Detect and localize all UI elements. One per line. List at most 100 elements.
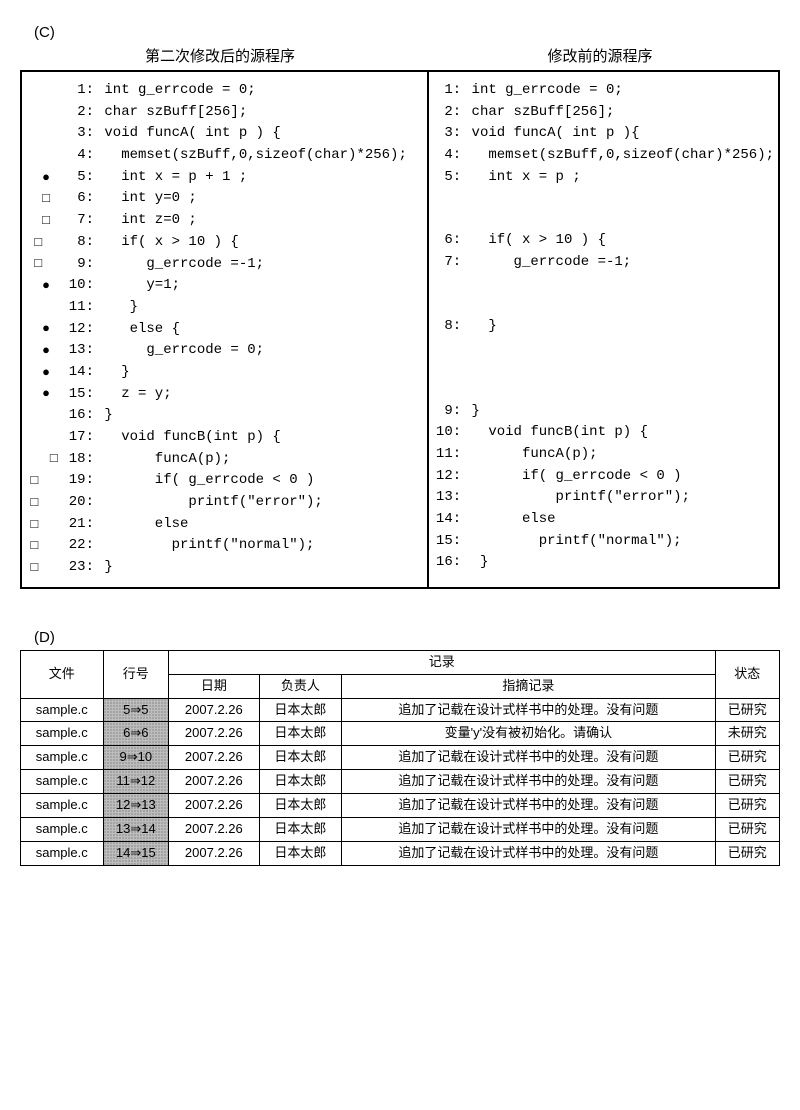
- table-cell: 未研究: [715, 722, 779, 746]
- code-line: 17: void funcB(int p) {: [26, 427, 423, 449]
- code-line: □6: int y=0 ;: [26, 188, 423, 210]
- code-line: 1: int g_errcode = 0;: [26, 80, 423, 102]
- code-line: 5: int x = p ;: [433, 167, 774, 189]
- line-number: 12:: [433, 466, 461, 488]
- line-number: 7:: [433, 252, 461, 274]
- code-line: 13: printf("error");: [433, 487, 774, 509]
- code-text: memset(szBuff,0,sizeof(char)*256);: [94, 145, 407, 167]
- table-row: sample.c11⇒122007.2.26日本太郎追加了记载在设计式样书中的处…: [21, 770, 780, 794]
- code-text: int g_errcode = 0;: [94, 80, 256, 102]
- table-cell: sample.c: [21, 770, 104, 794]
- table-cell: 2007.2.26: [169, 841, 260, 865]
- line-number: 5:: [433, 167, 461, 189]
- blank-line: [433, 274, 774, 295]
- line-number: 2:: [433, 102, 461, 124]
- line-number: 10:: [66, 275, 94, 297]
- line-number: 12:: [66, 319, 94, 341]
- change-mark: □: [26, 189, 66, 209]
- table-cell: 日本太郎: [259, 722, 342, 746]
- table-row: sample.c5⇒52007.2.26日本太郎追加了记载在设计式样书中的处理。…: [21, 698, 780, 722]
- table-cell: 已研究: [715, 698, 779, 722]
- table-cell: 日本太郎: [259, 698, 342, 722]
- line-number: 15:: [66, 384, 94, 406]
- code-line: □ 23: }: [26, 557, 423, 579]
- table-cell: 日本太郎: [259, 746, 342, 770]
- code-heading-right: 修改前的源程序: [420, 45, 780, 66]
- code-line: 3: void funcA( int p ){: [433, 123, 774, 145]
- code-line: 8: }: [433, 316, 774, 338]
- code-text: }: [94, 362, 130, 384]
- code-line: 16: }: [433, 552, 774, 574]
- code-text: }: [461, 316, 497, 338]
- th-line: 行号: [103, 650, 168, 698]
- code-text: int x = p + 1 ;: [94, 167, 247, 189]
- code-line: 15: printf("normal");: [433, 531, 774, 553]
- table-cell: 追加了记载在设计式样书中的处理。没有问题: [342, 818, 715, 842]
- change-mark: ●: [26, 319, 66, 339]
- line-number: 8:: [433, 316, 461, 338]
- line-number: 4:: [433, 145, 461, 167]
- line-number: 18:: [66, 449, 94, 471]
- change-mark: □: [26, 536, 66, 556]
- blank-line: [433, 359, 774, 380]
- code-right-pane: 1: int g_errcode = 0;2: char szBuff[256]…: [429, 72, 778, 587]
- table-cell: 已研究: [715, 794, 779, 818]
- table-cell: sample.c: [21, 794, 104, 818]
- line-number: 1:: [66, 80, 94, 102]
- code-line: 4: memset(szBuff,0,sizeof(char)*256);: [26, 145, 423, 167]
- change-mark: ●: [26, 363, 66, 383]
- section-c-label: (C): [34, 24, 780, 41]
- code-text: g_errcode = 0;: [94, 340, 264, 362]
- code-line: ●14: }: [26, 362, 423, 384]
- code-text: memset(szBuff,0,sizeof(char)*256);: [461, 145, 774, 167]
- table-cell: 9⇒10: [103, 746, 168, 770]
- blank-line: [433, 295, 774, 316]
- code-heading-left: 第二次修改后的源程序: [20, 45, 420, 66]
- code-text: void funcB(int p) {: [94, 427, 281, 449]
- code-text: }: [94, 405, 113, 427]
- code-text: funcA(p);: [461, 444, 597, 466]
- code-line: □ 8: if( x > 10 ) {: [26, 232, 423, 254]
- code-text: g_errcode =-1;: [94, 254, 264, 276]
- table-cell: 13⇒14: [103, 818, 168, 842]
- line-number: 1:: [433, 80, 461, 102]
- code-line: 2: char szBuff[256];: [433, 102, 774, 124]
- line-number: 16:: [433, 552, 461, 574]
- table-cell: 2007.2.26: [169, 746, 260, 770]
- line-number: 21:: [66, 514, 94, 536]
- table-cell: 2007.2.26: [169, 698, 260, 722]
- code-text: funcA(p);: [94, 449, 230, 471]
- table-cell: sample.c: [21, 746, 104, 770]
- code-line: □ 20: printf("error");: [26, 492, 423, 514]
- table-cell: 已研究: [715, 746, 779, 770]
- code-line: □7: int z=0 ;: [26, 210, 423, 232]
- th-file: 文件: [21, 650, 104, 698]
- line-number: 13:: [66, 340, 94, 362]
- section-d-label: (D): [34, 629, 780, 646]
- table-row: sample.c13⇒142007.2.26日本太郎追加了记载在设计式样书中的处…: [21, 818, 780, 842]
- line-number: 19:: [66, 470, 94, 492]
- code-line: 10: void funcB(int p) {: [433, 422, 774, 444]
- code-line: 4: memset(szBuff,0,sizeof(char)*256);: [433, 145, 774, 167]
- code-text: void funcA( int p ){: [461, 123, 639, 145]
- code-text: char szBuff[256];: [94, 102, 247, 124]
- code-text: printf("error");: [461, 487, 690, 509]
- table-cell: 追加了记载在设计式样书中的处理。没有问题: [342, 841, 715, 865]
- code-line: ●5: int x = p + 1 ;: [26, 167, 423, 189]
- blank-line: [433, 209, 774, 230]
- table-cell: 日本太郎: [259, 794, 342, 818]
- code-text: }: [461, 552, 488, 574]
- change-mark: □: [26, 515, 66, 535]
- table-cell: 2007.2.26: [169, 722, 260, 746]
- table-cell: 已研究: [715, 841, 779, 865]
- code-text: if( g_errcode < 0 ): [461, 466, 681, 488]
- code-line: □ 22: printf("normal");: [26, 535, 423, 557]
- table-cell: 变量'y'没有被初始化。请确认: [342, 722, 715, 746]
- th-person: 负责人: [259, 674, 342, 698]
- change-mark: □: [26, 558, 66, 578]
- table-cell: sample.c: [21, 722, 104, 746]
- code-text: printf("normal");: [94, 535, 314, 557]
- code-line: □ 21: else: [26, 514, 423, 536]
- code-line: 11: }: [26, 297, 423, 319]
- code-text: else: [461, 509, 555, 531]
